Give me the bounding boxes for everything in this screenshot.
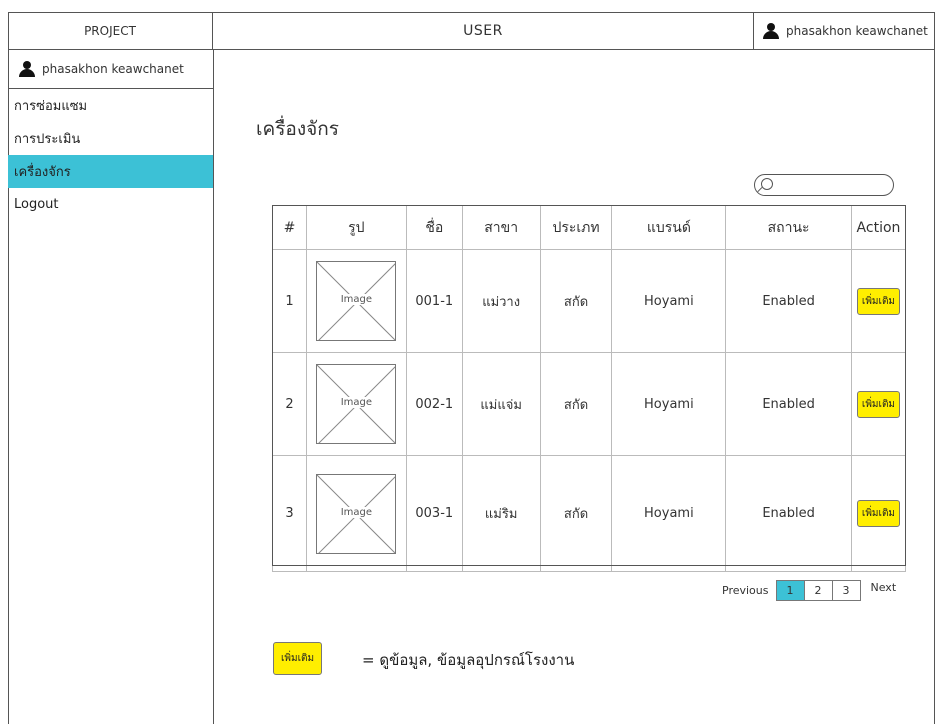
sidebar-user-name: phasakhon keawchanet	[42, 62, 184, 76]
pagination-next[interactable]: Next	[871, 581, 897, 594]
person-icon	[18, 61, 36, 77]
cell-name: 001-1	[405, 249, 463, 353]
image-label: Image	[338, 506, 375, 518]
brand-label: PROJECT	[8, 12, 213, 50]
cell-status: Enabled	[725, 455, 852, 572]
page-header-title: USER	[463, 23, 503, 39]
cell-number: 2	[272, 352, 307, 456]
cell-name: 002-1	[405, 352, 463, 456]
user-menu[interactable]: phasakhon keawchanet	[753, 12, 935, 50]
cell-type: สกัด	[539, 352, 613, 456]
more-button[interactable]: เพิ่มเติม	[856, 287, 901, 315]
cell-status: Enabled	[725, 352, 852, 456]
cell-brand: Hoyami	[611, 352, 727, 456]
more-button[interactable]: เพิ่มเติม	[856, 390, 901, 418]
cell-action: เพิ่มเติม	[850, 352, 907, 456]
cell-branch: แม่แจ่ม	[461, 352, 541, 456]
legend-more-button: เพิ่มเติม	[273, 642, 323, 675]
sidebar-item-machines[interactable]: เครื่องจักร	[8, 155, 213, 188]
search-icon	[761, 178, 773, 190]
page-title: เครื่องจักร	[256, 118, 339, 140]
sidebar: phasakhon keawchanet การซ่อมแซม การประเม…	[8, 50, 214, 724]
col-header-type: ประเภท	[539, 205, 613, 250]
user-name: phasakhon keawchanet	[786, 24, 928, 38]
col-header-name: ชื่อ	[405, 205, 463, 250]
col-header-number: #	[272, 205, 307, 250]
sidebar-item-logout[interactable]: Logout	[8, 188, 213, 221]
top-bar: PROJECT USER phasakhon keawchanet	[8, 12, 935, 50]
cell-type: สกัด	[539, 249, 613, 353]
table-row: 3 Image 003-1 แม่ริม สกัด Hoyami Enabled…	[272, 455, 907, 572]
col-header-status: สถานะ	[725, 205, 852, 250]
col-header-action: Action	[850, 205, 907, 250]
pagination-previous[interactable]: Previous	[722, 584, 769, 597]
pagination: Previous 1 2 3 Next	[722, 580, 896, 601]
cell-action: เพิ่มเติม	[850, 455, 907, 572]
cell-image: Image	[305, 352, 407, 456]
cell-number: 3	[272, 455, 307, 572]
machines-table: # รูป ชื่อ สาขา ประเภท แบรนด์ สถานะ Acti…	[272, 205, 907, 572]
col-header-image: รูป	[305, 205, 407, 250]
more-button[interactable]: เพิ่มเติม	[856, 500, 901, 527]
page-2-button[interactable]: 2	[803, 580, 833, 601]
cell-brand: Hoyami	[611, 455, 727, 572]
page-1-button[interactable]: 1	[775, 580, 805, 601]
sidebar-item-repair[interactable]: การซ่อมแซม	[8, 89, 213, 122]
table-header-row: # รูป ชื่อ สาขา ประเภท แบรนด์ สถานะ Acti…	[272, 205, 907, 250]
cell-image: Image	[305, 249, 407, 353]
person-icon	[762, 23, 780, 39]
image-placeholder: Image	[316, 364, 397, 444]
cell-branch: แม่ริม	[461, 455, 541, 572]
cell-number: 1	[272, 249, 307, 353]
cell-status: Enabled	[725, 249, 852, 353]
image-label: Image	[338, 294, 375, 305]
col-header-brand: แบรนด์	[611, 205, 727, 250]
cell-action: เพิ่มเติม	[850, 249, 907, 353]
search-input[interactable]	[754, 174, 894, 196]
page-3-button[interactable]: 3	[831, 580, 861, 601]
sidebar-item-evaluation[interactable]: การประเมิน	[8, 122, 213, 155]
cell-type: สกัด	[539, 455, 613, 572]
image-placeholder: Image	[316, 473, 397, 554]
legend-text: = ดูข้อมูล, ข้อมูลอุปกรณ์โรงงาน	[362, 651, 575, 669]
table-row: 2 Image 002-1 แม่แจ่ม สกัด Hoyami Enable…	[272, 352, 907, 456]
image-placeholder: Image	[316, 261, 397, 341]
cell-brand: Hoyami	[611, 249, 727, 353]
cell-branch: แม่วาง	[461, 249, 541, 353]
cell-image: Image	[305, 455, 407, 572]
sidebar-user: phasakhon keawchanet	[8, 50, 213, 89]
image-label: Image	[338, 397, 375, 408]
table-row: 1 Image 001-1 แม่วาง สกัด Hoyami Enabled…	[272, 249, 907, 353]
col-header-branch: สาขา	[461, 205, 541, 250]
cell-name: 003-1	[405, 455, 463, 572]
